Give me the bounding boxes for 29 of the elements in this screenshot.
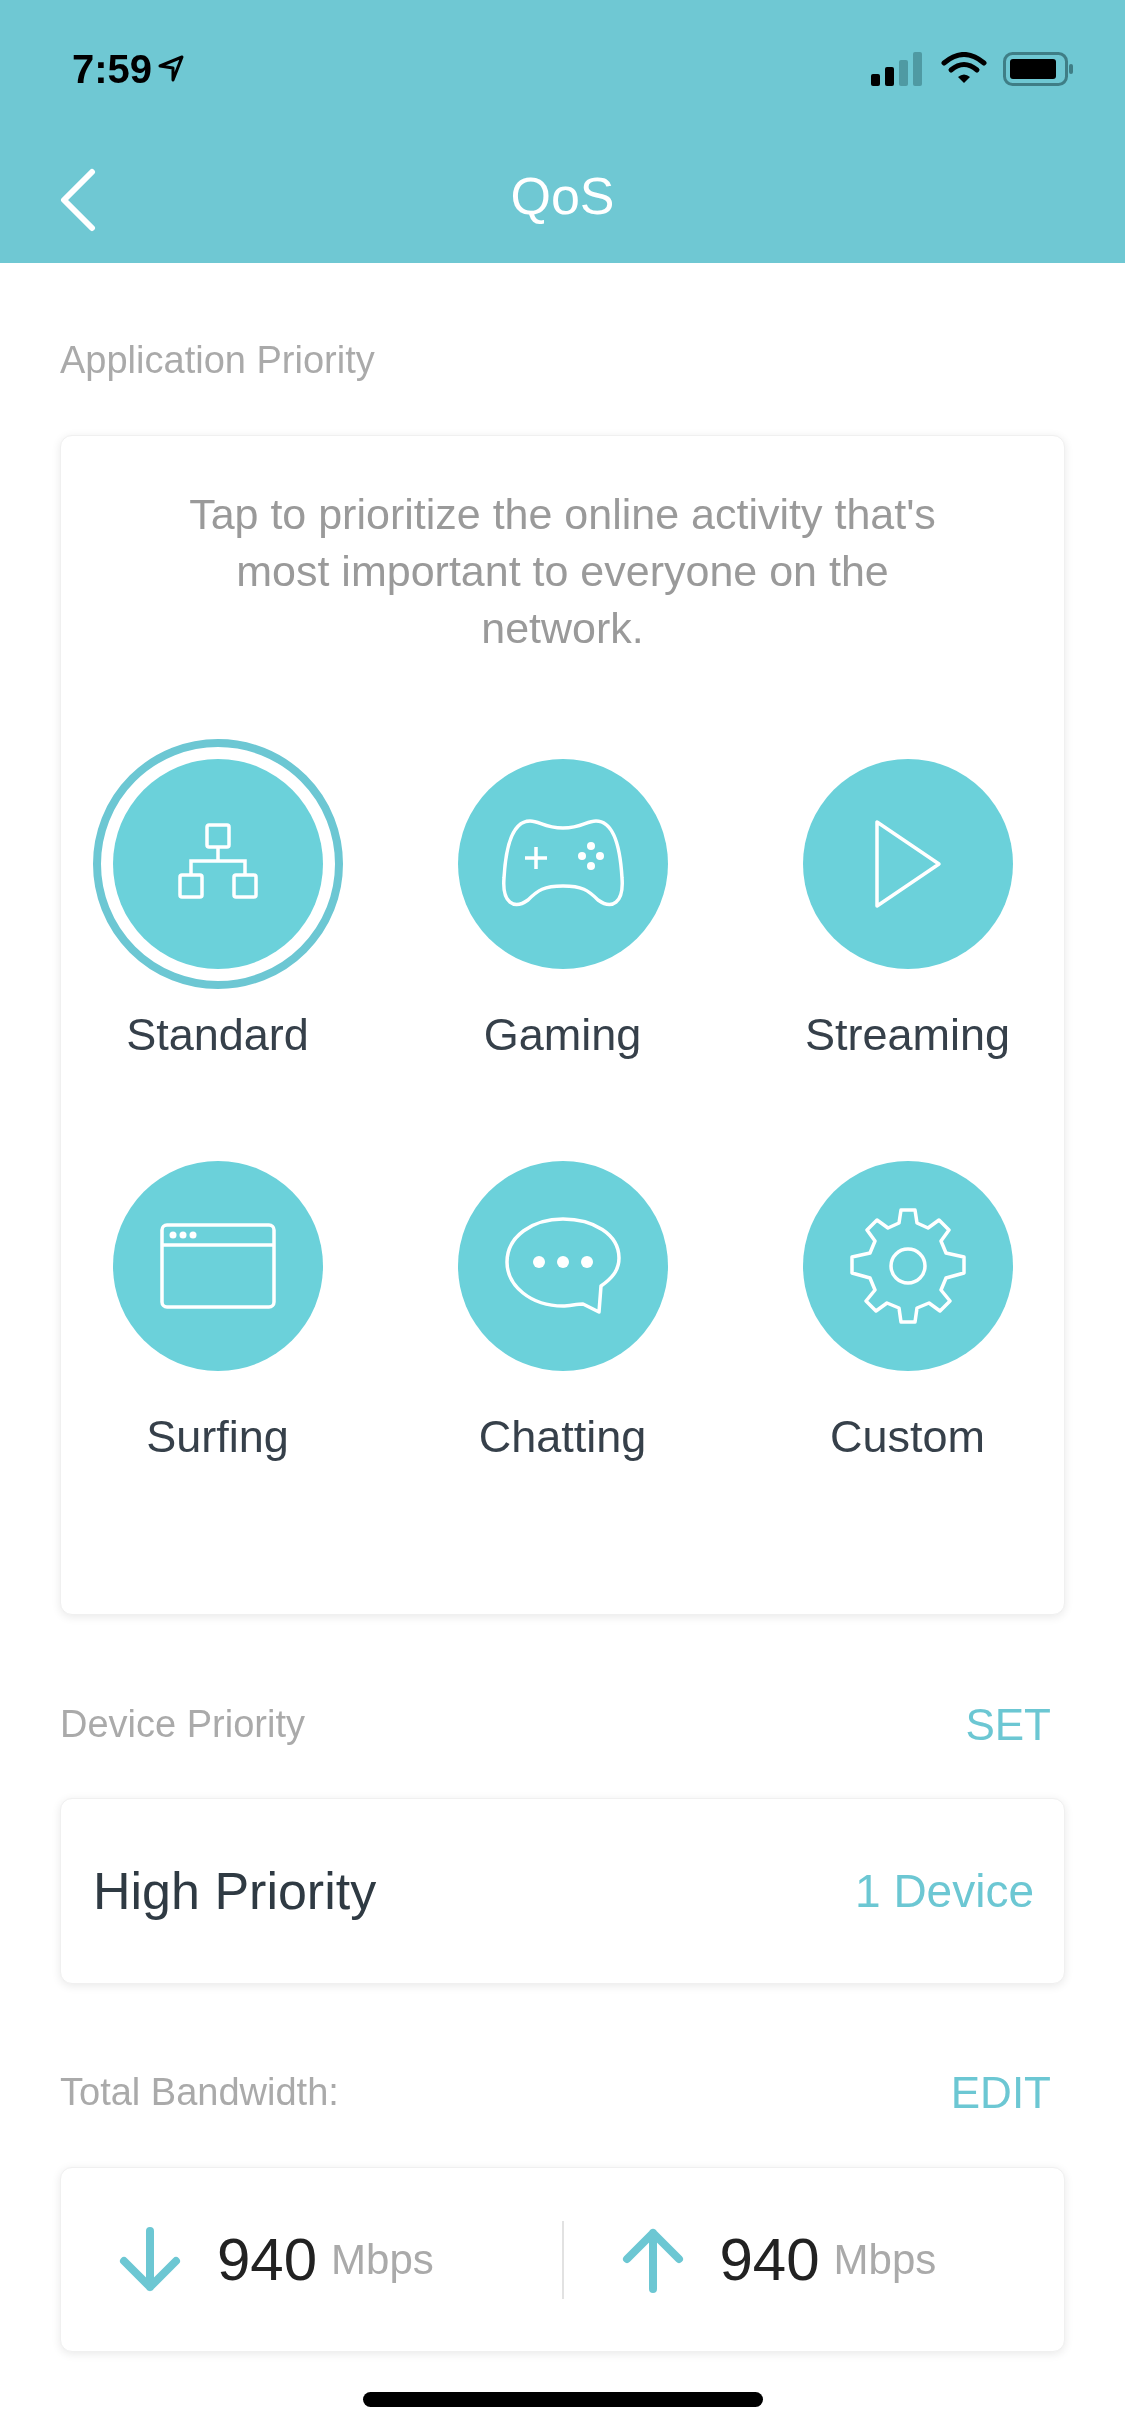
speed-unit: Mbps [833,2235,937,2284]
upload-arrow-icon [621,2226,684,2293]
high-priority-row[interactable]: High Priority 1 Device [60,1798,1065,1984]
location-arrow-icon [158,54,185,84]
battery-icon [1003,52,1075,86]
status-time: 7:59 [72,46,153,92]
section-label: Device Priority [60,1703,305,1746]
description-text: Tap to prioritize the online activity that's most important to everyone on the network. [188,489,937,654]
back-button[interactable] [58,168,98,232]
chat-bubble-icon [504,1216,621,1316]
device-count: 1 Device [855,1864,1034,1918]
priority-mode-option[interactable]: Streaming [735,739,1080,1061]
row-title: High Priority [93,1861,377,1921]
priority-mode-option[interactable]: Surfing [45,1141,390,1463]
section-label: Application Priority [60,339,375,382]
download-arrow-icon [119,2226,181,2293]
browser-window-icon [159,1223,276,1309]
gear-icon [848,1207,967,1325]
priority-mode-option[interactable]: Chatting [390,1141,735,1463]
priority-mode-option[interactable]: Gaming [390,739,735,1061]
wifi-icon [941,52,987,86]
speed-unit: Mbps [331,2235,434,2284]
priority-mode-option[interactable]: Custom [735,1141,1080,1463]
screen-title: QoS [510,165,615,226]
section-label: Total Bandwidth: [60,2071,339,2114]
signal-icon [871,52,925,86]
play-icon [872,818,943,910]
download-speed: 940 [217,2225,318,2294]
upload-speed: 940 [719,2225,820,2294]
